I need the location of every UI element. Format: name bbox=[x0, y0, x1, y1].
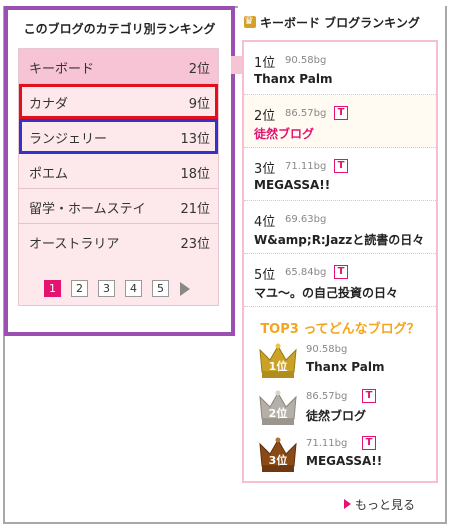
top3-entry-3[interactable]: 3位 71.11bg T MEGASSA!! bbox=[258, 436, 434, 478]
t-badge-icon: T bbox=[334, 106, 348, 120]
blog-ranking-title: キーボード ブログランキング bbox=[260, 16, 420, 30]
blog-name[interactable]: W&amp;R:Jazzと読書の日々 bbox=[254, 231, 424, 248]
top3-name[interactable]: MEGASSA!! bbox=[306, 454, 382, 468]
category-rank: 18位 bbox=[180, 167, 210, 182]
category-item-study-abroad[interactable]: 留学・ホームステイ 21位 bbox=[19, 189, 218, 224]
page-button-3[interactable]: 3 bbox=[98, 280, 115, 297]
top3-heading: TOP3 ってどんなブログ？ bbox=[260, 322, 420, 337]
t-badge-icon: T bbox=[362, 389, 376, 403]
top3-score: 90.58bg bbox=[306, 344, 348, 355]
blog-rank: 1位 bbox=[254, 56, 276, 71]
blog-name[interactable]: MEGASSA!! bbox=[254, 178, 330, 192]
category-name: オーストラリア bbox=[29, 237, 120, 252]
blog-score: 86.57bg bbox=[285, 108, 327, 119]
arrow-right-icon bbox=[344, 499, 351, 509]
page-button-1[interactable]: 1 bbox=[44, 280, 61, 297]
next-page-arrow-icon[interactable] bbox=[180, 282, 190, 296]
top3-score: 71.11bg bbox=[306, 438, 348, 449]
category-list: キーボード 2位 カナダ 9位 ランジェリー 13位 ポエム 18位 留学・ホー… bbox=[18, 48, 219, 306]
blog-entry-2[interactable]: 2位 86.57bg T 徒然ブログ bbox=[244, 95, 436, 148]
t-badge-icon: T bbox=[362, 436, 376, 450]
blog-rank: 3位 bbox=[254, 162, 276, 177]
page-button-4[interactable]: 4 bbox=[125, 280, 142, 297]
top3-entry-1[interactable]: 1位 90.58bg Thanx Palm bbox=[258, 342, 434, 384]
category-ranking-title: このブログのカテゴリ別ランキング bbox=[23, 22, 216, 36]
category-rank: 9位 bbox=[188, 97, 210, 112]
top3-name[interactable]: 徒然ブログ bbox=[306, 407, 366, 424]
crown-label: 3位 bbox=[269, 453, 288, 467]
t-badge-icon: T bbox=[334, 159, 348, 173]
blog-rank: 4位 bbox=[254, 215, 276, 230]
t-badge-icon: T bbox=[334, 265, 348, 279]
category-rank: 21位 bbox=[180, 202, 210, 217]
more-link[interactable]: もっと見る bbox=[344, 496, 415, 513]
silver-crown-icon: 2位 bbox=[259, 390, 297, 425]
top3-score: 86.57bg bbox=[306, 391, 348, 402]
category-ranking-panel: このブログのカテゴリ別ランキング キーボード 2位 カナダ 9位 ランジェリー … bbox=[4, 6, 235, 336]
crown-label: 2位 bbox=[269, 406, 288, 420]
blog-entry-4[interactable]: 4位 69.63bg W&amp;R:Jazzと読書の日々 bbox=[244, 201, 436, 254]
blog-score: 69.63bg bbox=[285, 214, 327, 225]
category-item-keyboard[interactable]: キーボード 2位 bbox=[19, 49, 218, 84]
blog-ranking-heading: キーボード ブログランキング bbox=[244, 14, 420, 31]
blog-rank: 2位 bbox=[254, 109, 276, 124]
category-name: ランジェリー bbox=[29, 132, 108, 147]
blog-name[interactable]: 徒然ブログ bbox=[254, 125, 314, 142]
crown-label: 1位 bbox=[269, 359, 288, 373]
blog-entry-3[interactable]: 3位 71.11bg T MEGASSA!! bbox=[244, 148, 436, 201]
blog-entry-5[interactable]: 5位 65.84bg T マユ〜。の自己投資の日々 bbox=[244, 254, 436, 307]
category-name: ポエム bbox=[29, 167, 69, 182]
category-item-poem[interactable]: ポエム 18位 bbox=[19, 154, 218, 189]
page-button-5[interactable]: 5 bbox=[152, 280, 169, 297]
blog-rank: 5位 bbox=[254, 268, 276, 283]
top3-entry-2[interactable]: 2位 86.57bg T 徒然ブログ bbox=[258, 389, 434, 431]
blog-score: 65.84bg bbox=[285, 267, 327, 278]
category-name: 留学・ホームステイ bbox=[29, 202, 146, 217]
category-rank: 23位 bbox=[180, 237, 210, 252]
top3-name[interactable]: Thanx Palm bbox=[306, 360, 384, 374]
page-button-2[interactable]: 2 bbox=[71, 280, 88, 297]
category-name: カナダ bbox=[29, 97, 69, 112]
blog-entry-1[interactable]: 1位 90.58bg Thanx Palm bbox=[244, 42, 436, 95]
category-name: キーボード bbox=[29, 62, 95, 77]
blog-score: 71.11bg bbox=[285, 161, 327, 172]
blog-ranking-panel: 1位 90.58bg Thanx Palm 2位 86.57bg T 徒然ブログ… bbox=[242, 40, 438, 483]
blog-name[interactable]: マユ〜。の自己投資の日々 bbox=[254, 284, 398, 301]
category-item-lingerie[interactable]: ランジェリー 13位 bbox=[19, 119, 218, 154]
bronze-crown-icon: 3位 bbox=[259, 437, 297, 472]
blog-score: 90.58bg bbox=[285, 55, 327, 66]
category-item-australia[interactable]: オーストラリア 23位 bbox=[19, 224, 218, 259]
gold-crown-icon: 1位 bbox=[259, 343, 297, 378]
category-rank: 2位 bbox=[188, 62, 210, 77]
blog-name[interactable]: Thanx Palm bbox=[254, 72, 332, 86]
crown-icon bbox=[244, 14, 256, 28]
category-rank: 13位 bbox=[180, 132, 210, 147]
more-link-label: もっと見る bbox=[355, 498, 416, 512]
category-item-canada[interactable]: カナダ 9位 bbox=[19, 84, 218, 119]
